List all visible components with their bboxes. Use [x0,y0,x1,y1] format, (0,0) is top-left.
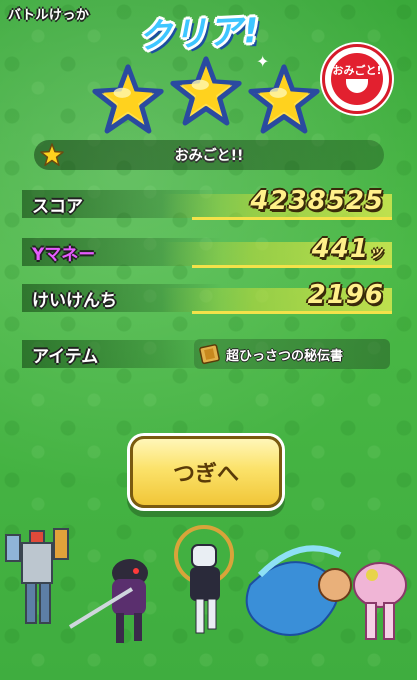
item-reward: 超ひっさつの秘伝書 [194,339,390,369]
sparkle-icon: ✦ [256,52,270,71]
star-icon [170,56,242,126]
battle-result-screen: バトルけっか クリア! ✦ おみごと! おみごと!! スコア 4238525 Y… [0,0,417,680]
next-button[interactable]: つぎへ [130,436,282,508]
exp-label: けいけんち [32,291,117,311]
exp-value: 2196 [307,280,384,310]
item-name: 超ひっさつの秘伝書 [226,349,344,364]
omigoto-badge-text: おみごと! [332,63,382,77]
pink-armor-character [353,562,407,640]
score-value: 4238525 [250,186,384,216]
dragon-character [245,545,352,636]
next-button-label: つぎへ [172,462,239,487]
omigoto-badge: おみごと! [322,44,392,114]
money-unit: ッ [369,245,384,261]
money-value: 441 [311,234,369,264]
money-value-wrap: 441ッ [312,234,384,264]
masked-character [174,525,234,634]
money-label: Yマネー [32,245,96,265]
smile-face-icon [346,79,368,94]
star-icon [248,64,320,134]
clear-title: クリア! [137,10,261,58]
battle-result-label: バトルけっか [8,8,90,23]
item-row: アイテム 超ひっさつの秘伝書 [22,336,392,372]
character-lineup [5,525,407,643]
banner-text: おみごと!! [174,148,244,164]
score-label: スコア [32,197,83,217]
money-row: Yマネー 441ッ [22,234,392,270]
scroll-book-icon [199,344,220,365]
result-banner: おみごと!! [34,140,384,170]
exp-row: けいけんち 2196 [22,280,392,316]
robot-character [5,528,69,624]
ninja-character [68,559,148,643]
star-rating: ✦ [92,52,322,136]
star-icon [92,64,164,134]
score-row: スコア 4238525 [22,186,392,222]
item-label: アイテム [32,347,99,367]
